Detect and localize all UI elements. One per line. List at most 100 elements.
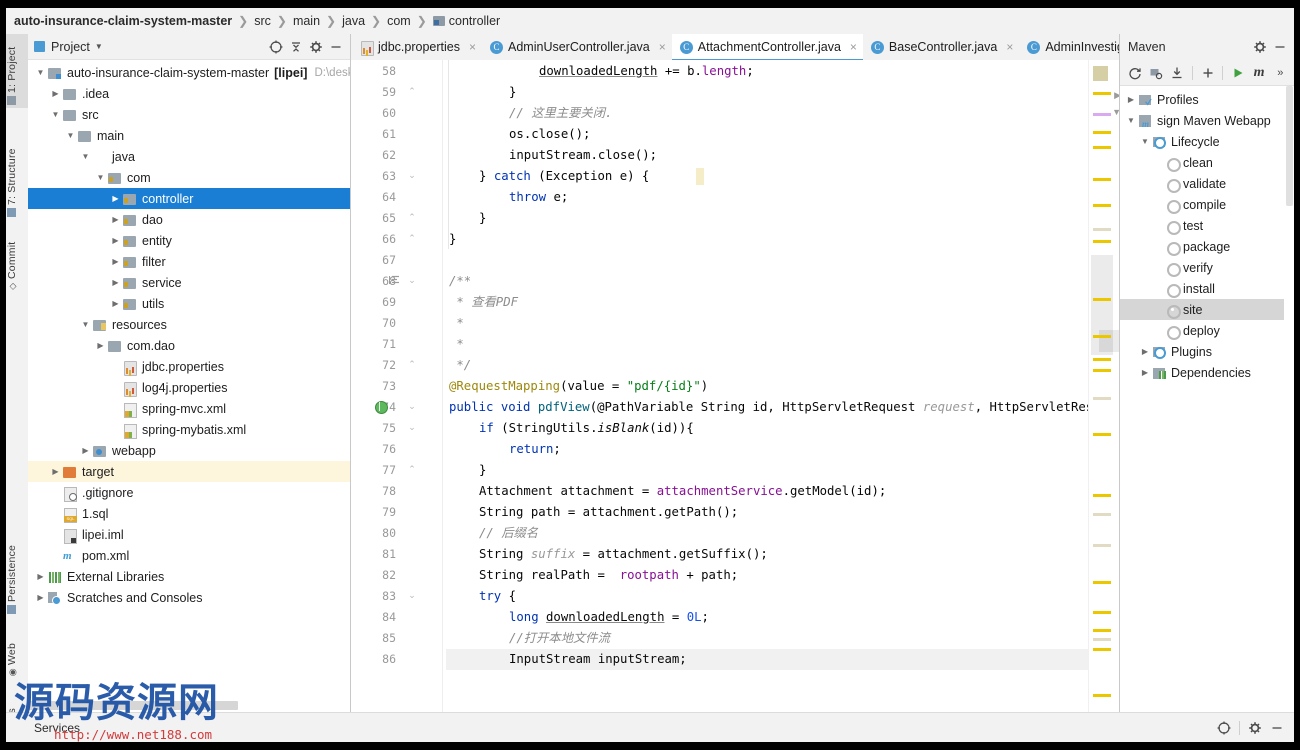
maven-goal-icon[interactable]: m	[1249, 63, 1268, 83]
fold-end-icon[interactable]: ⌃	[406, 212, 418, 223]
editor-tab-jdbc-properties[interactable]: jdbc.properties ×	[351, 34, 482, 60]
code-line[interactable]: //打开本地文件流	[509, 628, 610, 649]
code-line[interactable]: }	[479, 208, 486, 229]
project-horizontal-scrollbar[interactable]	[28, 699, 350, 712]
tree-item-1-sql[interactable]: ▶ 1.sql	[28, 503, 350, 524]
warning-marker[interactable]	[1093, 611, 1111, 614]
maven-item-compile[interactable]: ▶ compile	[1120, 194, 1294, 215]
chevron-right-icon[interactable]: ▶	[109, 299, 122, 308]
maven-item-deploy[interactable]: ▶ deploy	[1120, 320, 1294, 341]
javadoc-render-icon[interactable]	[389, 275, 401, 285]
chevron-down-icon[interactable]: ▼	[79, 152, 92, 161]
tree-item-auto-insurance-claim-system-master[interactable]: ▼ auto-insurance-claim-system-master [lipe…	[28, 62, 350, 83]
sidebar-item-persistence[interactable]: Persistence	[6, 529, 28, 617]
warning-marker[interactable]	[1093, 694, 1111, 697]
chevron-right-icon[interactable]: ▶	[49, 467, 62, 476]
chevron-down-icon[interactable]: ▼	[1124, 116, 1138, 125]
editor-tab-basecontroller-java[interactable]: C BaseController.java ×	[863, 34, 1019, 60]
code-line[interactable]: Attachment attachment = attachmentServic…	[479, 481, 886, 502]
gear-icon[interactable]	[1244, 717, 1266, 739]
warning-marker[interactable]	[1093, 494, 1111, 497]
tree-item-main[interactable]: ▼ main	[28, 125, 350, 146]
warning-marker[interactable]	[1093, 335, 1111, 338]
chevron-right-icon[interactable]: ▶	[1138, 347, 1152, 356]
code-line[interactable]: public void pdfView(@PathVariable String…	[449, 397, 1119, 418]
chevron-down-icon[interactable]: ▼	[49, 110, 62, 119]
warning-marker[interactable]	[1093, 369, 1111, 372]
weak-warning-marker[interactable]	[1093, 513, 1111, 516]
maven-item-validate[interactable]: ▶ validate	[1120, 173, 1294, 194]
code-line[interactable]: long downloadedLength = 0L;	[509, 607, 709, 628]
chevron-down-icon[interactable]: ▼	[95, 42, 103, 51]
weak-warning-marker[interactable]	[1093, 397, 1111, 400]
code-line[interactable]: *	[449, 313, 463, 334]
maven-item-dependencies[interactable]: ▶ Dependencies	[1120, 362, 1294, 383]
tree-item-jdbc-properties[interactable]: ▶ jdbc.properties	[28, 356, 350, 377]
code-line[interactable]: }	[509, 82, 516, 103]
weak-warning-marker[interactable]	[1093, 228, 1111, 231]
scrollbar-thumb-secondary[interactable]	[1099, 330, 1119, 352]
code-line[interactable]: try {	[479, 586, 516, 607]
sidebar-item-commit[interactable]: ◇Commit	[6, 226, 28, 294]
code-line[interactable]: * 查看PDF	[449, 292, 518, 313]
breadcrumb-item-controller[interactable]: controller	[449, 14, 500, 28]
line-number-gutter[interactable]: 5859⌃60616263⌄6465⌃66⌃6768⌄69707172⌃7374…	[351, 60, 446, 712]
code-line[interactable]: @RequestMapping(value = "pdf/{id}")	[449, 376, 708, 397]
chevron-down-icon[interactable]: ▼	[94, 173, 107, 182]
fold-end-icon[interactable]: ⌃	[406, 464, 418, 475]
run-icon[interactable]	[1228, 63, 1247, 83]
code-line[interactable]: String realPath = rootpath + path;	[479, 565, 738, 586]
chevron-right-icon[interactable]: ▶	[109, 236, 122, 245]
breadcrumb-item-src[interactable]: src	[254, 14, 271, 28]
chevron-right-icon[interactable]: ▶	[109, 215, 122, 224]
maven-item-profiles[interactable]: ▶ Profiles	[1120, 89, 1294, 110]
chevron-right-icon[interactable]: ▶	[1124, 95, 1138, 104]
tree-item-java[interactable]: ▼ java	[28, 146, 350, 167]
code-line[interactable]: return;	[509, 439, 561, 460]
tree-item-controller[interactable]: ▶ controller	[28, 188, 350, 209]
tree-item-service[interactable]: ▶ service	[28, 272, 350, 293]
chevron-right-icon[interactable]: ▶	[34, 572, 47, 581]
code-line[interactable]: os.close();	[509, 124, 590, 145]
chevron-down-icon[interactable]: ▼	[34, 68, 47, 77]
fold-collapse-icon[interactable]: ⌄	[406, 422, 418, 433]
error-stripe-and-scrollbar[interactable]: ▶ ▼	[1088, 60, 1119, 712]
warning-marker[interactable]	[1093, 204, 1111, 207]
fold-collapse-icon[interactable]: ⌄	[406, 170, 418, 181]
fold-collapse-icon[interactable]: ⌄	[406, 275, 418, 286]
warning-marker[interactable]	[1093, 131, 1111, 134]
add-maven-project-icon[interactable]	[1146, 63, 1165, 83]
code-line[interactable]: downloadedLength += b.length;	[539, 61, 754, 82]
code-line[interactable]: }	[449, 229, 456, 250]
code-line[interactable]: // 后缀名	[479, 523, 538, 544]
code-line[interactable]: // 这里主要关闭.	[509, 103, 612, 124]
code-line[interactable]: if (StringUtils.isBlank(id)){	[479, 418, 694, 439]
editor-tab-adminusercontroller-java[interactable]: C AdminUserController.java ×	[482, 34, 672, 60]
code-line[interactable]: String path = attachment.getPath();	[479, 502, 738, 523]
tree-item--idea[interactable]: ▶ .idea	[28, 83, 350, 104]
weak-warning-marker[interactable]	[1093, 638, 1111, 641]
chevron-down-icon[interactable]: ▼	[64, 131, 77, 140]
maven-tree[interactable]: ▶ Profiles ▼ sign Maven Webapp ▼ Lifecycle ▶ cl…	[1120, 86, 1294, 712]
tree-item-src[interactable]: ▼ src	[28, 104, 350, 125]
tree-item-utils[interactable]: ▶ utils	[28, 293, 350, 314]
chevron-down-icon[interactable]: ▼	[79, 320, 92, 329]
code-line[interactable]: throw e;	[509, 187, 568, 208]
chevron-right-icon[interactable]: ▶	[109, 257, 122, 266]
fold-collapse-icon[interactable]: ⌄	[406, 401, 418, 412]
close-icon[interactable]: ×	[850, 40, 857, 54]
code-line[interactable]: }	[479, 460, 486, 481]
warning-marker[interactable]	[1093, 240, 1111, 243]
tree-item-pom-xml[interactable]: ▶m pom.xml	[28, 545, 350, 566]
warning-marker[interactable]	[1093, 648, 1111, 651]
tree-item-dao[interactable]: ▶ dao	[28, 209, 350, 230]
code-line[interactable]: */	[449, 355, 471, 376]
chevron-right-icon[interactable]: ▶	[79, 446, 92, 455]
tree-item-com[interactable]: ▼ com	[28, 167, 350, 188]
collapse-all-icon[interactable]	[286, 37, 306, 57]
gear-icon[interactable]	[306, 37, 326, 57]
warning-marker[interactable]	[1093, 178, 1111, 181]
add-icon[interactable]	[1198, 63, 1217, 83]
tree-item-lipei-iml[interactable]: ▶ lipei.iml	[28, 524, 350, 545]
more-icon[interactable]: »	[1271, 63, 1290, 83]
